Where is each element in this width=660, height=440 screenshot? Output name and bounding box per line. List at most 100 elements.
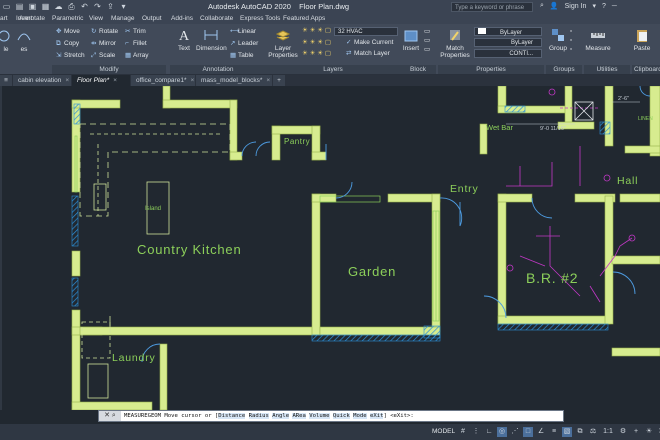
layer-tools-icons-2[interactable]: ☀ ☀ ☀ ▢ xyxy=(302,49,331,58)
save-icon[interactable]: ▣ xyxy=(28,2,37,11)
print-icon[interactable]: ⎙ xyxy=(67,2,76,11)
binoculars-icon[interactable]: ⌕ xyxy=(540,2,544,10)
modify-panel-label[interactable]: Modify xyxy=(52,65,166,74)
tab-collaborate[interactable]: Collaborate xyxy=(200,14,233,24)
match-layer-button[interactable]: ⇄ Match Layer xyxy=(346,49,390,58)
layer-tools-icons[interactable]: ☀ ☀ ☀ ▢ xyxy=(302,38,331,47)
tab-parametric[interactable]: Parametric xyxy=(52,14,83,24)
plus-icon[interactable]: + xyxy=(631,427,641,437)
table-button[interactable]: ▦ Table xyxy=(230,51,254,60)
tab-featured-apps[interactable]: Featured Apps xyxy=(283,14,325,24)
grid-icon[interactable]: # xyxy=(458,427,468,437)
layer-properties-button[interactable]: Layer Properties xyxy=(268,27,298,59)
tab-express-tools[interactable]: Express Tools xyxy=(240,14,280,24)
rotate-button[interactable]: ↻ Rotate xyxy=(91,27,118,36)
new-file-icon[interactable]: ▭ xyxy=(2,2,11,11)
command-prompt[interactable]: MEASUREGEOM Move cursor or [Distance Rad… xyxy=(124,411,414,421)
clipboard-panel-label[interactable]: Clipboard xyxy=(632,65,660,74)
isodraft-icon[interactable]: ⋰ xyxy=(510,427,520,437)
tab-addins[interactable]: Add-ins xyxy=(171,14,193,24)
close-icon[interactable]: × xyxy=(113,77,117,84)
file-tab[interactable]: mass_model_blocks* × xyxy=(196,75,272,86)
command-line-tools[interactable]: ✕ ⌕ xyxy=(99,411,121,421)
color-dropdown[interactable]: ByLayer xyxy=(474,27,542,36)
move-button[interactable]: ✥ Move xyxy=(56,27,80,36)
open-file-icon[interactable]: ▤ xyxy=(15,2,24,11)
arc-tool[interactable]: es xyxy=(14,28,34,53)
tab-view[interactable]: View xyxy=(89,14,103,24)
group-button[interactable]: Group xyxy=(548,27,568,52)
circle-tool[interactable]: le xyxy=(0,28,12,53)
leader-button[interactable]: ↗ Leader xyxy=(230,39,258,48)
share-icon[interactable]: ⇪ xyxy=(106,2,115,11)
command-option-volume[interactable]: Volume xyxy=(309,413,330,419)
command-option-angle[interactable]: Angle xyxy=(272,413,290,419)
layer-dropdown[interactable]: 32 HVAC xyxy=(334,27,398,36)
mirror-button[interactable]: ⇹ Mirror xyxy=(91,39,116,48)
isolate-icon[interactable]: ☀ xyxy=(644,427,654,437)
measure-button[interactable]: Measure xyxy=(585,27,611,52)
utilities-panel-label[interactable]: Utilities xyxy=(584,65,630,74)
user-icon[interactable]: 👤 xyxy=(550,2,559,10)
close-icon[interactable]: × xyxy=(65,77,69,84)
model-space-button[interactable]: MODEL xyxy=(432,427,455,437)
linear-button[interactable]: ⟷Linear xyxy=(230,27,256,36)
make-current-button[interactable]: ✓ Make Current xyxy=(346,38,393,47)
cloud-icon[interactable]: ☁ xyxy=(54,2,63,11)
osnap-icon[interactable]: □ xyxy=(523,427,533,437)
cart-icon[interactable]: ▾ xyxy=(592,2,596,10)
file-tab[interactable]: cabin elevation × xyxy=(13,75,71,86)
tab-annotate[interactable]: Annotate xyxy=(19,14,45,24)
menu-tab-icon[interactable]: ≡ xyxy=(0,75,12,86)
trim-button[interactable]: ✂ Trim xyxy=(125,27,146,36)
lineweight-dropdown[interactable]: CONTI... xyxy=(474,49,542,58)
close-icon[interactable]: × xyxy=(266,77,270,84)
close-icon[interactable]: × xyxy=(190,77,194,84)
tab-manage[interactable]: Manage xyxy=(111,14,135,24)
drawing-canvas[interactable]: Country Kitchen Garden Laundry Pantry Is… xyxy=(0,86,660,410)
command-line[interactable]: ✕ ⌕ MEASUREGEOM Move cursor or [Distance… xyxy=(98,410,564,422)
text-button[interactable]: A Text xyxy=(172,27,196,52)
annotation-panel-label[interactable]: Annotation xyxy=(170,65,266,74)
block-tools-icons[interactable]: ▭ ▭ ▭ xyxy=(424,27,430,54)
stretch-button[interactable]: ⇲ Stretch xyxy=(56,51,85,60)
file-tab[interactable]: office_compare1* × xyxy=(131,75,195,86)
copy-button[interactable]: ⧉ Copy xyxy=(56,39,79,48)
tab-output[interactable]: Output xyxy=(142,14,162,24)
match-properties-button[interactable]: Match Properties xyxy=(440,27,470,59)
annotation-scale-icon[interactable]: ⚖ xyxy=(588,427,598,437)
snap-icon[interactable]: ⋮ xyxy=(471,427,481,437)
minimize-icon[interactable]: ─ xyxy=(612,3,617,10)
tab-start[interactable]: art xyxy=(0,14,8,24)
block-panel-label[interactable]: Block xyxy=(400,65,436,74)
command-option-area[interactable]: ARea xyxy=(292,413,306,419)
dimension-button[interactable]: Dimension xyxy=(196,27,227,52)
properties-panel-label[interactable]: Properties xyxy=(438,65,544,74)
fillet-button[interactable]: ⌐ Fillet xyxy=(125,39,147,48)
gear-icon[interactable]: ⚙ xyxy=(618,427,628,437)
command-option-radius[interactable]: Radius xyxy=(248,413,269,419)
ortho-icon[interactable]: ∟ xyxy=(484,427,494,437)
floor-plan-drawing[interactable]: Country Kitchen Garden Laundry Pantry Is… xyxy=(0,86,660,410)
new-tab-button[interactable]: + xyxy=(273,75,285,86)
undo-icon[interactable]: ↶ xyxy=(80,2,89,11)
scale-button[interactable]: ⤢ Scale xyxy=(91,51,115,60)
annotation-scale-value[interactable]: 1:1 xyxy=(601,427,615,437)
insert-button[interactable]: Insert xyxy=(402,27,420,52)
dropdown-icon[interactable]: ▾ xyxy=(119,2,128,11)
paste-button[interactable]: Paste xyxy=(632,27,652,52)
layer-state-icons[interactable]: ☀ ☀ ☀ ▢ xyxy=(302,26,331,35)
command-option-distance[interactable]: Distance xyxy=(218,413,246,419)
layers-panel-label[interactable]: Layers xyxy=(266,65,400,74)
help-icon[interactable]: ? xyxy=(602,3,606,10)
polar-icon[interactable]: ◎ xyxy=(497,427,507,437)
linetype-dropdown[interactable]: ByLayer xyxy=(474,38,542,47)
group-tools-icons[interactable]: ▫ ▫ ▫ xyxy=(570,27,572,54)
file-tab-active[interactable]: Floor Plan* × xyxy=(72,75,130,86)
selection-cycling-icon[interactable]: ⧉ xyxy=(575,427,585,437)
lineweight-icon[interactable]: ≡ xyxy=(549,427,559,437)
command-option-mode[interactable]: Mode xyxy=(353,413,367,419)
transparency-icon[interactable]: ▧ xyxy=(562,427,572,437)
sign-in-button[interactable]: Sign In xyxy=(565,3,587,10)
array-button[interactable]: ▦ Array xyxy=(125,51,149,60)
